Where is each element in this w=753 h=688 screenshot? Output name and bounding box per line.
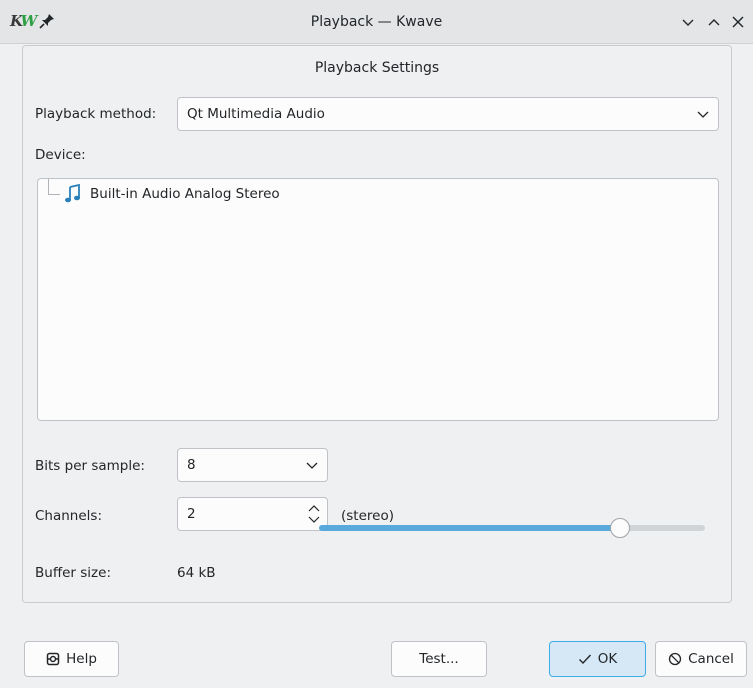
cancel-button-label: Cancel xyxy=(688,651,734,667)
buffer-size-label: Buffer size: xyxy=(35,565,111,581)
help-button-label: Help xyxy=(66,651,97,667)
playback-method-value: Qt Multimedia Audio xyxy=(187,106,325,122)
device-list[interactable]: Built-in Audio Analog Stereo xyxy=(37,178,719,421)
slider-handle[interactable] xyxy=(610,518,631,538)
slider-fill xyxy=(319,525,621,531)
playback-settings-group: Playback Settings Playback method: Qt Mu… xyxy=(22,45,732,603)
channels-value: 2 xyxy=(187,506,196,522)
maximize-icon[interactable] xyxy=(704,12,724,32)
cancel-button[interactable]: Cancel xyxy=(655,641,747,677)
window-title: Playback — Kwave xyxy=(310,14,443,30)
playback-method-combo[interactable]: Qt Multimedia Audio xyxy=(177,97,719,131)
buffer-size-value: 64 kB xyxy=(177,565,216,581)
spin-arrows-icon[interactable] xyxy=(307,502,321,526)
channels-description: (stereo) xyxy=(341,508,394,524)
checkmark-icon xyxy=(578,652,592,666)
chevron-down-icon xyxy=(696,107,710,121)
channels-label: Channels: xyxy=(35,508,103,524)
bits-per-sample-value: 8 xyxy=(187,457,196,473)
buffer-size-slider[interactable] xyxy=(319,518,705,538)
bits-per-sample-label: Bits per sample: xyxy=(35,458,145,474)
ok-button-label: OK xyxy=(597,651,618,667)
help-lifebuoy-icon xyxy=(46,652,60,666)
tree-branch-line xyxy=(48,179,60,195)
help-button[interactable]: Help xyxy=(24,641,119,677)
minimize-icon[interactable] xyxy=(678,12,698,32)
bits-per-sample-combo[interactable]: 8 xyxy=(177,448,328,482)
device-label: Device: xyxy=(35,147,86,163)
music-note-icon xyxy=(64,183,82,204)
playback-method-label: Playback method: xyxy=(35,106,157,122)
title-bar: KW Playback — Kwave xyxy=(0,0,753,44)
ok-button[interactable]: OK xyxy=(549,641,646,677)
test-button[interactable]: Test... xyxy=(391,641,487,677)
close-icon[interactable] xyxy=(728,12,748,32)
section-title: Playback Settings xyxy=(314,60,440,76)
cancel-icon xyxy=(668,652,682,666)
chevron-down-icon xyxy=(305,458,319,472)
device-item-label: Built-in Audio Analog Stereo xyxy=(90,186,280,202)
channels-spinbox[interactable]: 2 xyxy=(177,497,328,531)
test-button-label: Test... xyxy=(419,651,459,667)
